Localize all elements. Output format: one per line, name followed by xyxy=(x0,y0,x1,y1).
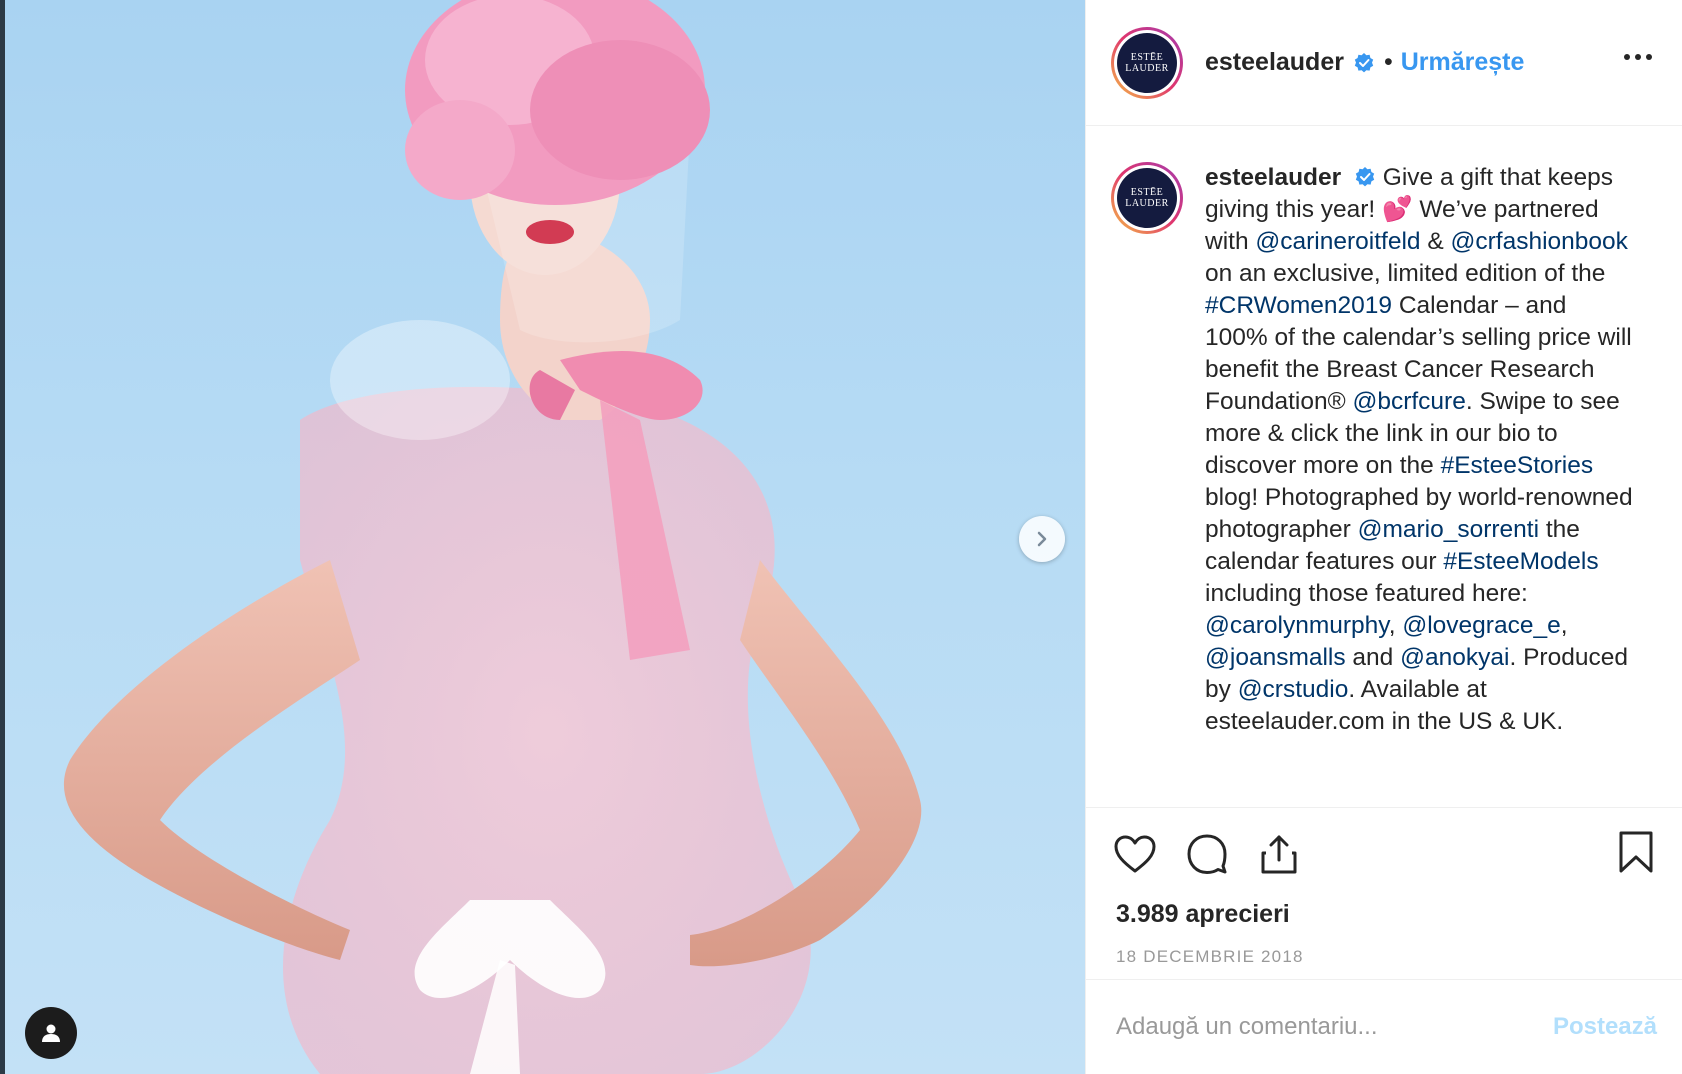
caption-segment: and xyxy=(1345,644,1401,671)
avatar: ESTĒE LAUDER xyxy=(1117,32,1177,93)
caption-text: esteelauder Give a gift that keeps givin… xyxy=(1205,162,1635,807)
comment-bar: Postează xyxy=(1086,979,1682,1074)
follow-button[interactable]: Urmărește xyxy=(1401,48,1525,77)
separator-dot: • xyxy=(1383,48,1393,76)
caption-link[interactable]: @lovegrace_e xyxy=(1402,612,1560,639)
caption-link[interactable]: @mario_sorrenti xyxy=(1358,516,1539,543)
post-side-panel: ESTĒE LAUDER esteelauder • Urmărește EST… xyxy=(1085,0,1682,1074)
like-button[interactable] xyxy=(1111,830,1159,878)
post-photo[interactable] xyxy=(0,0,1085,1074)
more-options-icon[interactable] xyxy=(1624,48,1652,66)
caption-segment: including those featured here: xyxy=(1205,580,1528,607)
caption-link[interactable]: @joansmalls xyxy=(1205,644,1346,671)
share-button[interactable] xyxy=(1255,830,1303,878)
caption-username[interactable]: esteelauder xyxy=(1205,164,1341,191)
caption-link[interactable]: @anokyai xyxy=(1400,644,1509,671)
caption-link[interactable]: #EsteeStories xyxy=(1441,452,1594,479)
verified-badge-icon xyxy=(1355,166,1375,186)
caption-segment: & xyxy=(1420,228,1451,255)
user-tag-icon xyxy=(42,1024,60,1042)
heart-icon xyxy=(1114,835,1156,873)
comment-button[interactable] xyxy=(1183,830,1231,878)
caption-body: Give a gift that keeps giving this year!… xyxy=(1205,164,1633,735)
caption-link[interactable]: @carineroitfeld xyxy=(1255,228,1420,255)
caption-link[interactable]: @crstudio xyxy=(1238,676,1349,703)
share-icon xyxy=(1261,835,1297,874)
post-comment-button[interactable]: Postează xyxy=(1553,1013,1657,1041)
caption-section: ESTĒE LAUDER esteelauder Give a gift tha… xyxy=(1086,126,1682,808)
comment-input[interactable] xyxy=(1116,1013,1553,1041)
caption-link[interactable]: @crfashionbook xyxy=(1451,228,1628,255)
caption-segment: , xyxy=(1388,612,1403,639)
caption-link[interactable]: @carolynmurphy xyxy=(1205,612,1389,639)
header-username[interactable]: esteelauder xyxy=(1205,48,1344,77)
action-bar xyxy=(1086,808,1682,900)
verified-badge-icon xyxy=(1354,52,1374,72)
caption-link[interactable]: @bcrfcure xyxy=(1352,388,1465,415)
instagram-post-view: ESTĒE LAUDER esteelauder • Urmărește EST… xyxy=(0,0,1682,1074)
caption-link[interactable]: #CRWomen2019 xyxy=(1205,292,1392,319)
caption-story-ring[interactable]: ESTĒE LAUDER xyxy=(1111,162,1183,234)
story-ring[interactable]: ESTĒE LAUDER xyxy=(1111,26,1183,99)
post-header: ESTĒE LAUDER esteelauder • Urmărește xyxy=(1086,0,1682,126)
next-photo-button[interactable] xyxy=(1019,516,1065,562)
caption-link[interactable]: #EsteeModels xyxy=(1443,548,1598,575)
bookmark-icon xyxy=(1619,831,1653,873)
tagged-users-button[interactable] xyxy=(25,1007,77,1059)
chevron-right-icon xyxy=(1037,531,1047,547)
comment-icon xyxy=(1187,834,1227,874)
likes-count[interactable]: 3.989 aprecieri xyxy=(1086,900,1682,944)
caption-segment: on an exclusive, limited edition of the xyxy=(1205,260,1606,287)
fashion-photo-illustration xyxy=(63,0,922,1074)
caption-avatar: ESTĒE LAUDER xyxy=(1117,168,1177,228)
caption-segment: , xyxy=(1560,612,1568,639)
save-button[interactable] xyxy=(1618,830,1654,879)
